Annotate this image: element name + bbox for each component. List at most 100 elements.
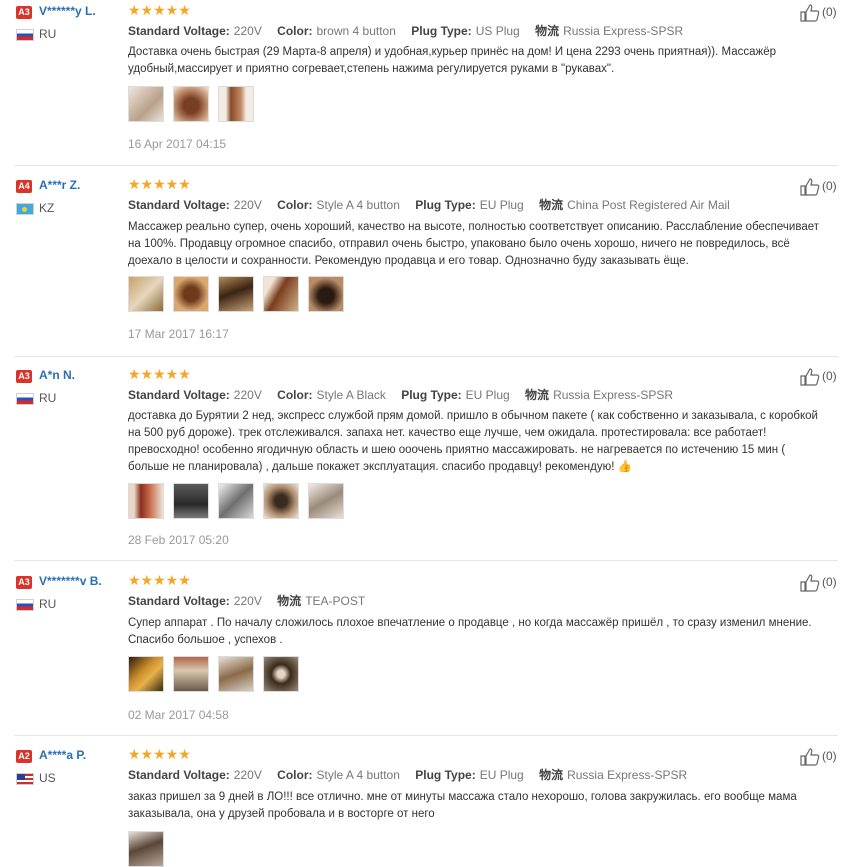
buyer-level-badge: A2	[16, 750, 32, 763]
review-item: A3 A*n N. RU ★★★★★ Standard Voltage: 220V…	[0, 364, 850, 561]
russia-flag-icon	[16, 393, 34, 405]
order-info: Standard Voltage: 220V Color: brown 4 butt…	[128, 22, 695, 39]
review-date: 16 Apr 2017 04:15	[128, 137, 227, 151]
plug-value: EU Plug	[479, 768, 524, 782]
divider	[14, 165, 838, 166]
reviewer-country: KZ	[39, 201, 55, 215]
thumbs-up-icon[interactable]	[800, 748, 820, 766]
review-item: A3 V******y L. RU ★★★★★ Standard Voltage…	[0, 0, 850, 166]
review-photo-thumbnail[interactable]	[308, 483, 344, 519]
star-rating: ★★★★★	[128, 746, 191, 762]
voltage-value: 220V	[233, 24, 262, 38]
thumbs-up-icon[interactable]	[800, 4, 820, 22]
thumbs-up-icon[interactable]	[800, 178, 820, 196]
review-photos	[128, 483, 344, 519]
like-count: (0)	[822, 179, 837, 193]
reviewer-name: A*n N.	[39, 368, 75, 382]
thumbs-up-icon[interactable]	[800, 368, 820, 386]
review-photo-thumbnail[interactable]	[128, 276, 164, 312]
color-value: Style A 4 button	[316, 198, 400, 212]
color-label: Color:	[277, 24, 313, 38]
voltage-label: Standard Voltage:	[128, 198, 230, 212]
logistics-value: Russia Express-SPSR	[553, 388, 674, 402]
buyer-level-badge: A3	[16, 6, 32, 19]
divider	[14, 735, 838, 736]
logistics-label: 物流	[525, 388, 550, 402]
review-text: Супер аппарат . По началу сложилось плох…	[128, 617, 812, 646]
reviewer-country: RU	[39, 27, 57, 41]
logistics-label: 物流	[539, 768, 564, 782]
review-date: 02 Mar 2017 04:58	[128, 708, 229, 722]
plug-label: Plug Type:	[415, 198, 476, 212]
voltage-label: Standard Voltage:	[128, 388, 230, 402]
review-photos	[128, 276, 344, 312]
logistics-value: TEA-POST	[305, 594, 366, 608]
order-info: Standard Voltage: 220V Color: Style A 4 bu…	[128, 196, 742, 213]
plug-value: EU Plug	[479, 198, 524, 212]
review-photo-thumbnail[interactable]	[173, 656, 209, 692]
russia-flag-icon	[16, 599, 34, 611]
review-photo-thumbnail[interactable]	[218, 86, 254, 122]
review-photo-thumbnail[interactable]	[128, 831, 164, 867]
reviewer-name: A****a P.	[39, 748, 87, 762]
buyer-level-badge: A4	[16, 180, 32, 193]
review-photo-thumbnail[interactable]	[263, 276, 299, 312]
color-value: brown 4 button	[316, 24, 396, 38]
voltage-value: 220V	[233, 388, 262, 402]
review-text: Доставка очень быстрая (29 Марта-8 апрел…	[128, 46, 776, 75]
review-photo-thumbnail[interactable]	[173, 276, 209, 312]
logistics-label: 物流	[535, 24, 560, 38]
kazakhstan-flag-icon	[16, 203, 34, 215]
logistics-label: 物流	[539, 198, 564, 212]
like-count: (0)	[822, 575, 837, 589]
star-rating: ★★★★★	[128, 572, 191, 588]
order-info: Standard Voltage: 220V Color: Style A Blac…	[128, 386, 685, 403]
review-photo-thumbnail[interactable]	[173, 483, 209, 519]
order-info: Standard Voltage: 220V 物流 TEA-POST	[128, 592, 377, 609]
review-photo-thumbnail[interactable]	[128, 483, 164, 519]
color-label: Color:	[277, 768, 313, 782]
voltage-label: Standard Voltage:	[128, 768, 230, 782]
review-item: A2 A****a P. US ★★★★★ Standard Voltage: 2…	[0, 744, 850, 867]
review-text: Массажер реально супер, очень хороший, к…	[128, 221, 819, 267]
logistics-value: China Post Registered Air Mail	[567, 198, 730, 212]
logistics-value: Russia Express-SPSR	[567, 768, 688, 782]
like-count: (0)	[822, 369, 837, 383]
color-label: Color:	[277, 388, 313, 402]
review-photos	[128, 831, 164, 867]
plug-value: US Plug	[475, 24, 520, 38]
review-photo-thumbnail[interactable]	[263, 483, 299, 519]
color-label: Color:	[277, 198, 313, 212]
reviewer-name: A***r Z.	[39, 178, 81, 192]
review-photo-thumbnail[interactable]	[173, 86, 209, 122]
plug-label: Plug Type:	[415, 768, 476, 782]
color-value: Style A 4 button	[316, 768, 400, 782]
plug-label: Plug Type:	[401, 388, 462, 402]
buyer-level-badge: A3	[16, 370, 32, 383]
like-count: (0)	[822, 749, 837, 763]
reviewer-country: US	[39, 771, 56, 785]
order-info: Standard Voltage: 220V Color: Style A 4 bu…	[128, 766, 699, 783]
reviewer-name: V*******v B.	[39, 574, 102, 588]
review-photo-thumbnail[interactable]	[128, 656, 164, 692]
logistics-label: 物流	[277, 594, 302, 608]
logistics-value: Russia Express-SPSR	[563, 24, 684, 38]
review-date: 28 Feb 2017 05:20	[128, 533, 229, 547]
review-photo-thumbnail[interactable]	[263, 656, 299, 692]
review-photo-thumbnail[interactable]	[218, 656, 254, 692]
buyer-level-badge: A3	[16, 576, 32, 589]
review-photos	[128, 86, 254, 122]
review-photo-thumbnail[interactable]	[128, 86, 164, 122]
star-rating: ★★★★★	[128, 176, 191, 192]
review-photo-thumbnail[interactable]	[218, 276, 254, 312]
star-rating: ★★★★★	[128, 366, 191, 382]
review-photo-thumbnail[interactable]	[308, 276, 344, 312]
review-text: заказ пришел за 9 дней в ЛО!!! все отлич…	[128, 791, 797, 820]
plug-value: EU Plug	[465, 388, 510, 402]
russia-flag-icon	[16, 29, 34, 41]
reviewer-name: V******y L.	[39, 4, 96, 18]
review-item: A4 A***r Z. KZ ★★★★★ Standard Voltage: 22…	[0, 174, 850, 357]
thumbs-up-icon[interactable]	[800, 574, 820, 592]
review-photo-thumbnail[interactable]	[218, 483, 254, 519]
voltage-value: 220V	[233, 198, 262, 212]
